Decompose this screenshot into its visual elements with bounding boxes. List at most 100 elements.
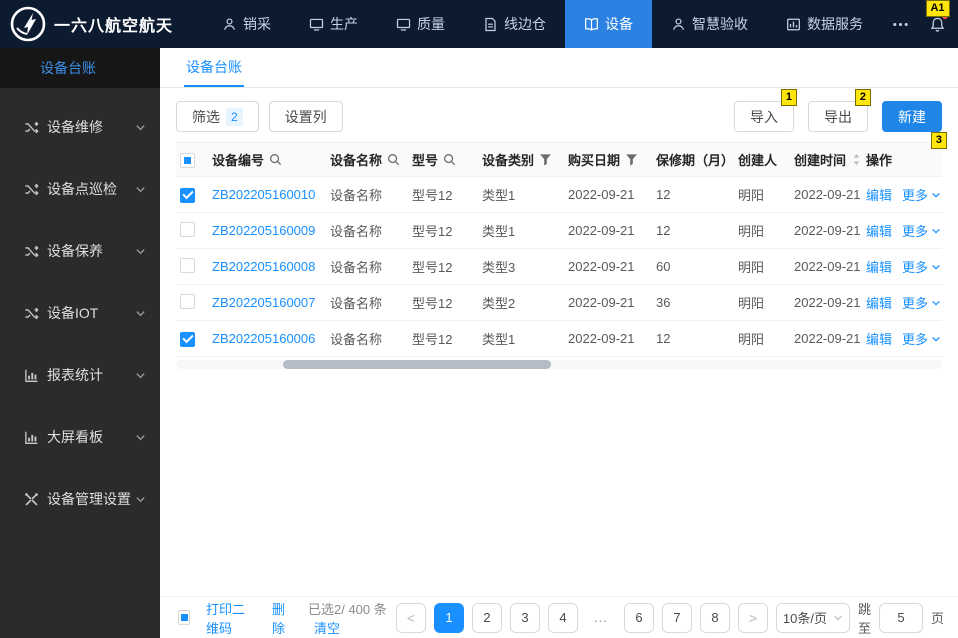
clear-selection-button[interactable]: 清空 [314, 621, 340, 636]
delete-button[interactable]: 删除 [272, 599, 292, 637]
filter-button-label: 筛选 [192, 108, 220, 125]
create-button[interactable]: 新建 [882, 101, 942, 132]
sidebar-item-设备点巡检[interactable]: 设备点巡检 [0, 169, 160, 209]
tab-equipment-ledger[interactable]: 设备台账 [184, 48, 244, 87]
table-row: ZB202205160007 设备名称 型号12 类型2 2022-09-21 36 明阳 2… [176, 284, 942, 321]
page-button-8[interactable]: 8 [699, 602, 730, 633]
scrollbar-thumb[interactable] [283, 360, 552, 369]
row-checkbox[interactable] [180, 293, 195, 309]
equipment-code-link[interactable]: ZB202205160010 [212, 187, 315, 202]
tab-bar: 设备台账 [160, 48, 958, 88]
search-icon[interactable] [443, 153, 456, 166]
page-button-4[interactable]: 4 [547, 602, 578, 633]
chevron-down-icon [135, 122, 146, 133]
equipment-code-link[interactable]: ZB202205160008 [212, 259, 315, 274]
bar-chart-icon [24, 368, 39, 383]
chevron-down-icon [135, 246, 146, 257]
main-nav: 销采 生产 质量 线边仓 设备 智慧验收 数据服务 [203, 0, 882, 48]
row-checkbox[interactable] [180, 187, 195, 203]
header-select-all [176, 142, 208, 177]
column-header-label: 设备类别 [482, 153, 535, 168]
prev-page-button[interactable]: < [395, 602, 426, 633]
sidebar-item-label: 大屏看板 [47, 429, 103, 445]
toolbar: 筛选 2 设置列 导入 1 导出 2 新建 3 [160, 88, 958, 149]
row-checkbox[interactable] [180, 257, 195, 273]
sidebar-item-设备维修[interactable]: 设备维修 [0, 107, 160, 147]
nav-item-设备[interactable]: 设备 [565, 0, 653, 48]
more-dropdown[interactable]: 更多 [902, 221, 941, 240]
filter-button[interactable]: 筛选 2 [176, 101, 259, 132]
sidebar-item-大屏看板[interactable]: 大屏看板 [0, 417, 160, 457]
column-header: 创建人 [734, 142, 790, 177]
select-all-checkbox[interactable] [178, 610, 190, 625]
search-icon[interactable] [387, 153, 400, 166]
pagination: <1234... 678>10条/页 跳至 页 [395, 599, 944, 637]
edit-link[interactable]: 编辑 [866, 293, 892, 312]
table-row: ZB202205160009 设备名称 型号12 类型1 2022-09-21 12 明阳 2… [176, 212, 942, 249]
nav-item-label: 智慧验收 [692, 16, 749, 32]
more-dropdown[interactable]: 更多 [902, 329, 941, 348]
page-button-6[interactable]: 6 [623, 602, 654, 633]
edit-link[interactable]: 编辑 [866, 185, 892, 204]
sidebar-item-设备IOT[interactable]: 设备IOT [0, 293, 160, 333]
nav-item-label: 设备 [605, 16, 634, 32]
nav-item-智慧验收[interactable]: 智慧验收 [652, 0, 767, 48]
equipment-code-link[interactable]: ZB202205160007 [212, 295, 315, 310]
horizontal-scrollbar[interactable] [176, 360, 942, 369]
nav-item-数据服务[interactable]: 数据服务 [767, 0, 882, 48]
sidebar-item-设备保养[interactable]: 设备保养 [0, 231, 160, 271]
equipment-code-link[interactable]: ZB202205160006 [212, 331, 315, 346]
sidebar-item-设备管理设置[interactable]: 设备管理设置 [0, 479, 160, 519]
more-menu-button[interactable] [882, 0, 919, 48]
shuffle-icon [24, 182, 39, 197]
edit-link[interactable]: 编辑 [866, 257, 892, 276]
model-cell: 型号12 [408, 212, 478, 249]
creator-cell: 明阳 [734, 212, 790, 249]
more-dropdown[interactable]: 更多 [902, 293, 941, 312]
model-cell: 型号12 [408, 248, 478, 285]
chevron-down-icon [931, 226, 941, 236]
column-header: 购买日期 [564, 142, 652, 177]
more-dropdown[interactable]: 更多 [902, 185, 941, 204]
column-settings-button[interactable]: 设置列 [268, 101, 343, 132]
creator-cell: 明阳 [734, 284, 790, 321]
nav-item-销采[interactable]: 销采 [203, 0, 290, 48]
sidebar-item-label: 设备IOT [47, 305, 99, 321]
chart-box-icon [786, 17, 801, 32]
edit-link[interactable]: 编辑 [866, 329, 892, 348]
notification-button[interactable]: A1 [919, 0, 956, 48]
sort-icon[interactable] [851, 153, 862, 166]
nav-item-label: 线边仓 [504, 16, 547, 32]
filter-icon[interactable] [539, 153, 552, 166]
document-icon [483, 17, 498, 32]
equipment-code-link[interactable]: ZB202205160009 [212, 223, 315, 238]
next-page-button[interactable]: > [737, 602, 768, 633]
chevron-down-icon [931, 190, 941, 200]
page-button-7[interactable]: 7 [661, 602, 692, 633]
row-checkbox[interactable] [180, 331, 195, 347]
more-dropdown[interactable]: 更多 [902, 257, 941, 276]
sidebar-item-报表统计[interactable]: 报表统计 [0, 355, 160, 395]
nav-item-线边仓[interactable]: 线边仓 [464, 0, 565, 48]
sidebar-item-设备台账[interactable]: 设备台账 [0, 48, 160, 88]
nav-item-生产[interactable]: 生产 [290, 0, 377, 48]
column-header: 保修期（月） [652, 142, 734, 177]
warranty-cell: 12 [652, 212, 734, 249]
page-button-2[interactable]: 2 [471, 602, 502, 633]
row-checkbox[interactable] [180, 221, 195, 237]
page-size-select[interactable]: 10条/页 [775, 602, 850, 633]
table-footer: 打印二维码 删除 已选2/ 400 条 清空 <1 2 3 4... 6 7 8 >10条/页… [160, 596, 958, 638]
edit-link[interactable]: 编辑 [866, 221, 892, 240]
nav-item-质量[interactable]: 质量 [377, 0, 464, 48]
page-button-1[interactable]: 1 [433, 602, 464, 633]
jump-page-input[interactable] [878, 602, 923, 633]
equipment-name-cell: 设备名称 [326, 320, 408, 357]
search-icon[interactable] [269, 153, 282, 166]
page-button-3[interactable]: 3 [509, 602, 540, 633]
filter-icon[interactable] [625, 153, 638, 166]
sidebar-item-label: 设备保养 [47, 243, 103, 259]
equipment-name-cell: 设备名称 [326, 212, 408, 249]
header-checkbox[interactable] [180, 152, 195, 168]
user-icon [671, 17, 686, 32]
print-qrcode-button[interactable]: 打印二维码 [206, 599, 256, 637]
